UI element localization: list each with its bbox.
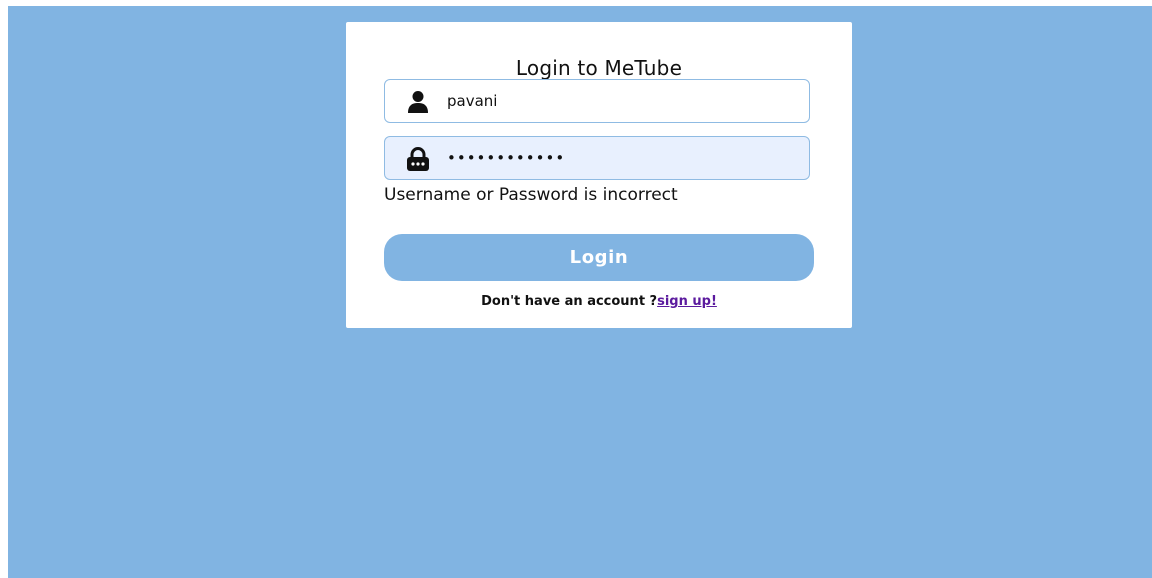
user-icon — [405, 90, 431, 114]
signup-link[interactable]: sign up! — [657, 294, 717, 309]
page-background: Login to MeTube Us — [8, 6, 1152, 578]
lock-icon — [405, 147, 431, 171]
signup-prompt: Don't have an account ? — [481, 294, 658, 309]
login-button[interactable]: Login — [384, 234, 814, 281]
error-message: Username or Password is incorrect — [384, 185, 678, 205]
login-card: Login to MeTube Us — [346, 22, 852, 328]
login-title: Login to MeTube — [515, 56, 683, 80]
password-input[interactable] — [447, 137, 797, 179]
signup-row: Don't have an account ?sign up! — [346, 294, 852, 309]
username-field[interactable] — [384, 79, 810, 123]
username-input[interactable] — [447, 80, 797, 122]
password-field[interactable] — [384, 136, 810, 180]
